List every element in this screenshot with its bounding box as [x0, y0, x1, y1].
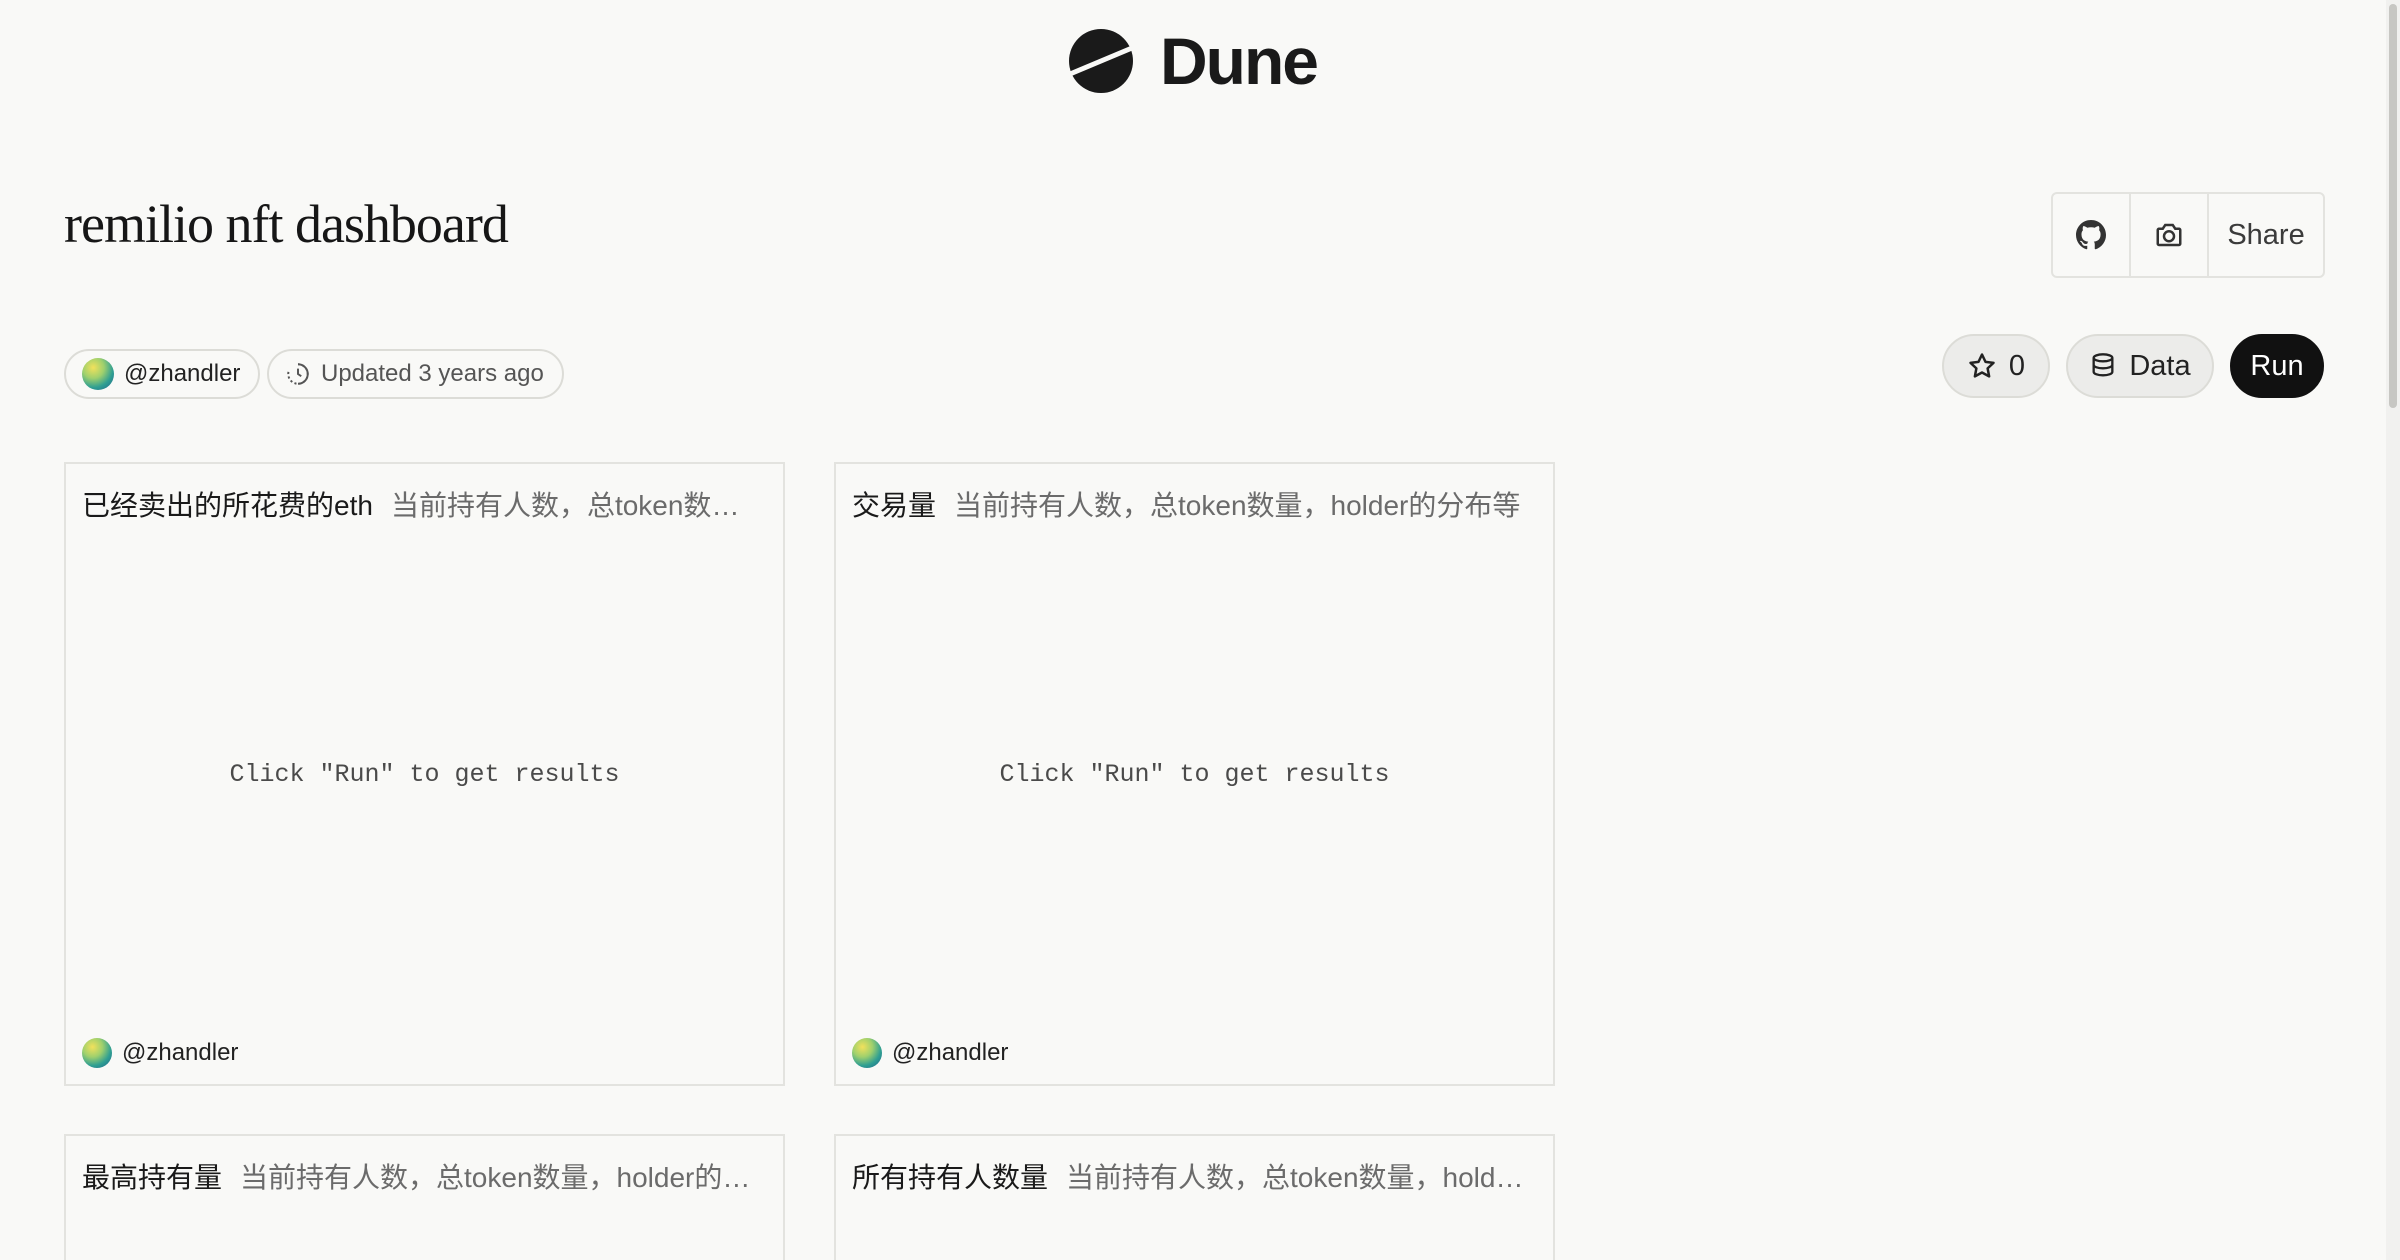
github-button[interactable]	[2053, 194, 2131, 276]
github-icon	[2076, 220, 2106, 250]
dune-logo-icon	[1069, 29, 1133, 93]
author-chip[interactable]: @zhandler	[64, 349, 261, 399]
card-title[interactable]: 所有持有人数量	[852, 1156, 1048, 1196]
dashboard-page: Dune remilio nft dashboard Share @zhandl…	[0, 0, 2400, 1260]
query-card[interactable]: 最高持有量 当前持有人数，总token数量，holder的…	[64, 1134, 785, 1260]
database-icon	[2092, 353, 2114, 377]
dune-logo-text: Dune	[1160, 24, 1319, 98]
camera-icon	[2156, 223, 2182, 247]
author-name: @zhandler	[124, 360, 241, 387]
star-count: 0	[2008, 349, 2026, 382]
query-card[interactable]: 交易量 当前持有人数，总token数量，holder的分布等 Click "Ru…	[834, 462, 1555, 1086]
data-label: Data	[2129, 349, 2191, 382]
card-title[interactable]: 已经卖出的所花费的eth	[82, 484, 373, 524]
card-header: 交易量 当前持有人数，总token数量，holder的分布等	[852, 484, 1537, 524]
card-title[interactable]: 交易量	[852, 484, 936, 524]
page-scrollbar[interactable]	[2386, 0, 2400, 1260]
screenshot-button[interactable]	[2131, 194, 2209, 276]
card-description: 当前持有人数，总token数量，holder的…	[240, 1162, 751, 1193]
card-header: 最高持有量 当前持有人数，总token数量，holder的…	[82, 1156, 767, 1196]
card-author[interactable]: @zhandler	[852, 1038, 1008, 1068]
avatar	[82, 1038, 112, 1068]
query-card[interactable]: 所有持有人数量 当前持有人数，总token数量，holde…	[834, 1134, 1555, 1260]
page-title: remilio nft dashboard	[64, 194, 509, 254]
card-description: 当前持有人数，总token数量…	[390, 490, 767, 521]
updated-text: Updated 3 years ago	[321, 360, 544, 387]
card-author-name: @zhandler	[122, 1039, 239, 1066]
run-button[interactable]: Run	[2230, 334, 2324, 398]
card-description: 当前持有人数，总token数量，holde…	[1066, 1162, 1537, 1193]
avatar	[82, 358, 114, 390]
card-description: 当前持有人数，总token数量，holder的分布等	[954, 490, 1521, 521]
dune-logo[interactable]: Dune	[1068, 24, 1319, 98]
history-clock-icon	[287, 363, 309, 385]
card-empty-state: Click "Run" to get results	[999, 760, 1390, 789]
avatar	[852, 1038, 882, 1068]
star-button[interactable]: 0	[1942, 334, 2050, 398]
toolbar: Share	[2051, 192, 2325, 278]
query-card[interactable]: 已经卖出的所花费的eth 当前持有人数，总token数量… Click "Run…	[64, 462, 785, 1086]
card-author-name: @zhandler	[892, 1039, 1009, 1066]
scrollbar-thumb[interactable]	[2389, 4, 2397, 408]
card-author[interactable]: @zhandler	[82, 1038, 238, 1068]
share-button[interactable]: Share	[2209, 194, 2323, 276]
star-icon	[1969, 353, 1995, 378]
data-button[interactable]: Data	[2066, 334, 2214, 398]
card-header: 所有持有人数量 当前持有人数，总token数量，holde…	[852, 1156, 1537, 1196]
updated-chip: Updated 3 years ago	[267, 349, 564, 399]
card-header: 已经卖出的所花费的eth 当前持有人数，总token数量…	[82, 484, 767, 524]
card-title[interactable]: 最高持有量	[82, 1156, 222, 1196]
card-empty-state: Click "Run" to get results	[229, 760, 620, 789]
